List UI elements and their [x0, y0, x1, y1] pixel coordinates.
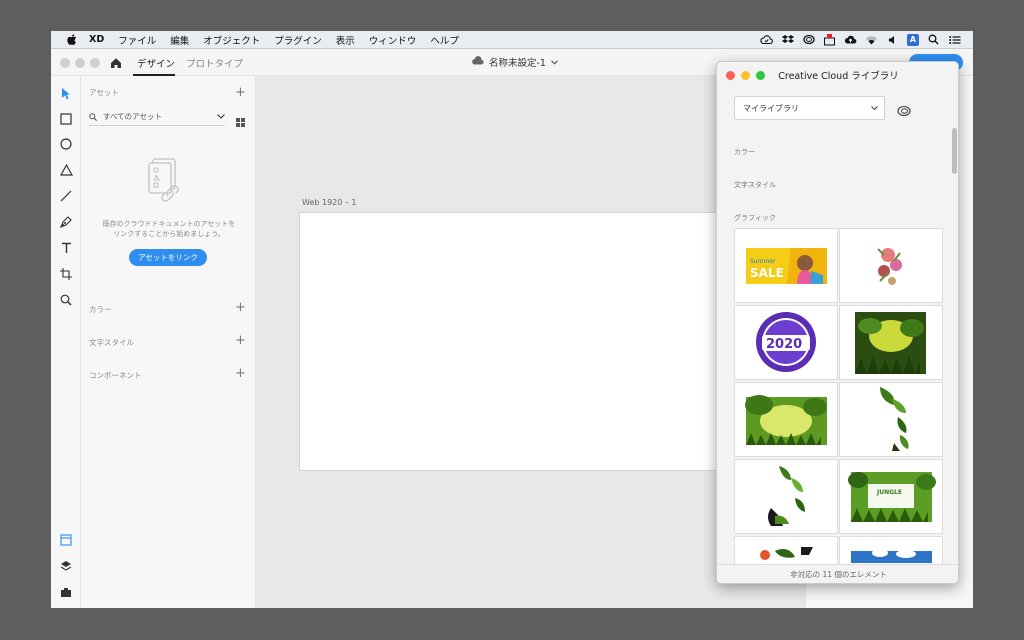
- zoom-tool-icon[interactable]: [58, 292, 74, 308]
- grid-view-icon[interactable]: [236, 112, 245, 131]
- minimize-button[interactable]: [75, 58, 85, 68]
- assets-section-character-styles: 文字スタイル: [89, 338, 134, 347]
- artboard-tool-icon[interactable]: [58, 266, 74, 282]
- year-graphic-text: 2020: [766, 337, 802, 352]
- document-title-control[interactable]: 名称未設定-1: [471, 55, 558, 69]
- spotlight-icon[interactable]: [927, 34, 940, 45]
- add-component-plus-icon[interactable]: +: [235, 367, 246, 380]
- select-tool-icon[interactable]: [58, 85, 74, 101]
- tool-rail: [51, 76, 81, 608]
- linked-documents-icon: [146, 158, 192, 210]
- add-asset-plus-icon[interactable]: +: [235, 86, 246, 99]
- cc-window-title: Creative Cloud ライブラリ: [778, 71, 899, 82]
- cc-section-character-styles: 文字スタイル: [734, 181, 776, 189]
- apple-menu-icon[interactable]: [65, 34, 79, 45]
- menu-edit[interactable]: 編集: [170, 33, 189, 47]
- volume-icon[interactable]: [886, 34, 899, 45]
- menu-plugins[interactable]: プラグイン: [274, 33, 322, 47]
- add-character-style-plus-icon[interactable]: +: [235, 334, 246, 347]
- plugins-panel-icon[interactable]: [58, 584, 74, 600]
- wifi-icon[interactable]: [865, 34, 878, 45]
- jungle-graphic-text: JUNGLE: [876, 489, 902, 496]
- link-assets-button[interactable]: アセットをリンク: [129, 249, 207, 266]
- rectangle-tool-icon[interactable]: [58, 111, 74, 127]
- menu-view[interactable]: 表示: [336, 33, 355, 47]
- asset-filter-value: すべてのアセット: [103, 112, 163, 121]
- graphic-thumbnail-jungle-frame[interactable]: [839, 305, 943, 380]
- graphic-thumbnail-jungle-title[interactable]: JUNGLE: [839, 459, 943, 534]
- library-select-value: マイライブラリ: [743, 103, 799, 113]
- menu-help[interactable]: ヘルプ: [430, 33, 459, 47]
- graphic-thumbnail-sale[interactable]: Summer SALE: [734, 228, 838, 303]
- mail-icon[interactable]: [823, 33, 836, 45]
- tab-prototype[interactable]: プロトタイプ: [186, 56, 243, 70]
- graphic-thumbnail-2020[interactable]: 2020: [734, 305, 838, 380]
- sale-graphic-text: SALE: [750, 266, 784, 280]
- text-tool-icon[interactable]: [58, 240, 74, 256]
- menu-window[interactable]: ウィンドウ: [369, 33, 417, 47]
- creative-cloud-icon[interactable]: [897, 102, 911, 117]
- menu-object[interactable]: オブジェクト: [203, 33, 260, 47]
- cc-libraries-window: Creative Cloud ライブラリ マイライブラリ カラー 文字スタイル …: [716, 61, 959, 584]
- chevron-down-icon: [217, 114, 225, 119]
- line-tool-icon[interactable]: [58, 188, 74, 204]
- asset-filter-dropdown[interactable]: すべてのアセット: [89, 108, 225, 126]
- chevron-down-icon: [871, 105, 878, 111]
- artboard-label[interactable]: Web 1920 – 1: [302, 198, 357, 207]
- menu-app-name[interactable]: XD: [89, 34, 104, 45]
- cloud-upload-icon[interactable]: [844, 34, 857, 45]
- graphic-thumbnail-leaves-border[interactable]: [734, 459, 838, 534]
- assets-panel-icon[interactable]: [58, 532, 74, 548]
- assets-panel-title: アセット: [89, 88, 119, 97]
- document-title: 名称未設定-1: [489, 58, 546, 69]
- search-icon: [89, 112, 97, 121]
- artboard[interactable]: [299, 212, 769, 471]
- input-method-icon[interactable]: A: [907, 33, 919, 46]
- system-menubar: XD ファイル 編集 オブジェクト プラグイン 表示 ウィンドウ ヘルプ A: [51, 31, 973, 49]
- menu-file[interactable]: ファイル: [118, 33, 156, 47]
- cloud-document-icon: [471, 56, 484, 68]
- control-center-icon[interactable]: [948, 34, 961, 45]
- layers-panel-icon[interactable]: [58, 558, 74, 574]
- cc-footer-status: 非対応の 11 個のエレメント: [717, 564, 958, 583]
- close-button[interactable]: [60, 58, 70, 68]
- tab-design[interactable]: デザイン: [137, 56, 175, 70]
- zoom-button[interactable]: [90, 58, 100, 68]
- ellipse-tool-icon[interactable]: [58, 136, 74, 152]
- graphic-thumbnail-flowers[interactable]: [839, 228, 943, 303]
- creative-cloud-sync-icon[interactable]: [760, 34, 773, 45]
- assets-panel: アセット + すべてのアセット 既存のクラウドドキュメントのアセットをリンクする…: [81, 76, 256, 608]
- assets-section-colors: カラー: [89, 305, 112, 314]
- graphic-thumbnail-forest[interactable]: [734, 382, 838, 457]
- dropbox-icon[interactable]: [781, 34, 794, 45]
- graphic-thumbnail-leaves-corner[interactable]: [839, 382, 943, 457]
- home-icon[interactable]: [109, 55, 123, 69]
- cc-app-icon[interactable]: [802, 34, 815, 45]
- cc-section-graphics: グラフィック: [734, 214, 776, 222]
- chevron-down-icon: [551, 57, 558, 68]
- assets-section-components: コンポーネント: [89, 371, 142, 380]
- library-select[interactable]: マイライブラリ: [734, 96, 885, 120]
- pen-tool-icon[interactable]: [58, 214, 74, 230]
- polygon-tool-icon[interactable]: [58, 162, 74, 178]
- add-color-plus-icon[interactable]: +: [235, 301, 246, 314]
- cc-section-colors: カラー: [734, 148, 755, 156]
- sale-graphic-script-text: Summer: [750, 258, 776, 265]
- assets-empty-message: 既存のクラウドドキュメントのアセットをリンクすることから始めましょう。: [102, 220, 236, 238]
- cc-scrollbar[interactable]: [952, 128, 957, 174]
